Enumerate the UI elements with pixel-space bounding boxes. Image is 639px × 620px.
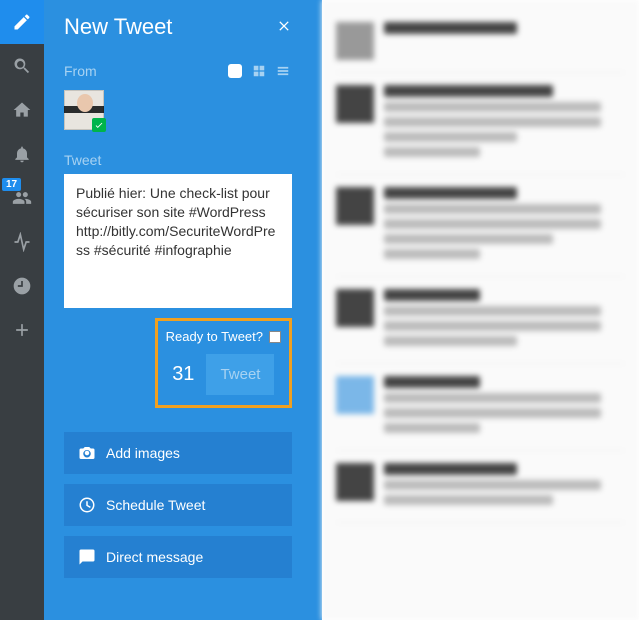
feed-item (336, 277, 625, 364)
feed-item (336, 364, 625, 451)
activity-button[interactable] (0, 220, 44, 264)
accounts-button[interactable]: 17 (0, 176, 44, 220)
add-images-label: Add images (106, 445, 180, 461)
feed-item (336, 175, 625, 277)
char-count: 31 (172, 363, 194, 386)
ready-label: Ready to Tweet? (166, 329, 263, 344)
view-grid-button[interactable] (250, 62, 268, 80)
from-label: From (64, 63, 97, 79)
compose-panel: New Tweet From Tweet Ready to Tweet? (44, 0, 322, 620)
add-column-button[interactable] (0, 308, 44, 352)
from-row: From (64, 62, 292, 80)
camera-icon (78, 444, 96, 462)
schedule-label: Schedule Tweet (106, 497, 205, 513)
list-view-icon (276, 64, 290, 78)
clock-icon (78, 496, 96, 514)
alerts-button[interactable] (0, 132, 44, 176)
dm-label: Direct message (106, 549, 203, 565)
home-button[interactable] (0, 88, 44, 132)
feed-item (336, 73, 625, 175)
tweet-label: Tweet (64, 152, 292, 168)
direct-message-button[interactable]: Direct message (64, 536, 292, 578)
notifications-badge: 17 (2, 178, 21, 191)
nav-rail: 17 (0, 0, 44, 620)
schedule-tweet-button[interactable]: Schedule Tweet (64, 484, 292, 526)
account-view-toggle (226, 62, 292, 80)
view-list-button[interactable] (274, 62, 292, 80)
ready-to-tweet-block: Ready to Tweet? 31 Tweet (155, 318, 292, 408)
panel-title: New Tweet (64, 14, 172, 40)
feed-column (322, 0, 639, 620)
view-large-button[interactable] (226, 62, 244, 80)
schedule-nav-button[interactable] (0, 264, 44, 308)
search-button[interactable] (0, 44, 44, 88)
add-images-button[interactable]: Add images (64, 432, 292, 474)
ready-label-row: Ready to Tweet? (166, 329, 281, 344)
large-view-icon (228, 64, 242, 78)
ready-checkbox[interactable] (269, 331, 281, 343)
ready-row: 31 Tweet (166, 354, 281, 395)
feed-item (336, 451, 625, 523)
panel-header: New Tweet (64, 14, 292, 40)
account-avatar[interactable] (64, 90, 104, 130)
close-icon (276, 18, 292, 34)
close-button[interactable] (276, 18, 292, 37)
tweet-textarea[interactable] (64, 174, 292, 308)
tweet-button[interactable]: Tweet (206, 354, 274, 395)
feed-header (336, 10, 625, 73)
compose-button[interactable] (0, 0, 44, 44)
message-icon (78, 548, 96, 566)
grid-view-icon (252, 64, 266, 78)
avatar-selected-icon (92, 118, 106, 132)
